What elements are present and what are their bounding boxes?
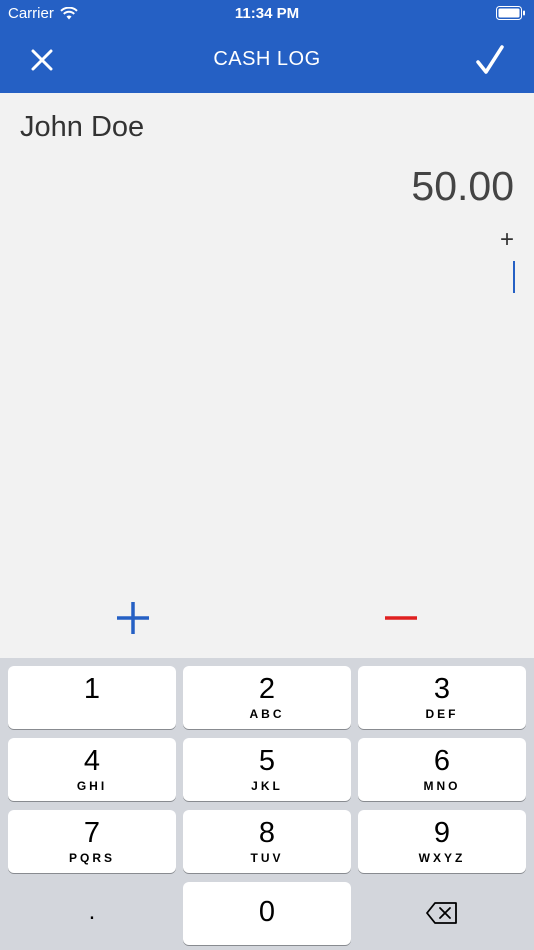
key-digit: 4 — [83, 745, 101, 777]
operator-sign: + — [499, 226, 514, 253]
minus-icon — [385, 616, 417, 620]
key-decimal[interactable]: . — [8, 882, 176, 945]
key-letters: ABC — [249, 707, 285, 721]
key-5[interactable]: 5 JKL — [183, 738, 351, 801]
key-digit: 0 — [258, 896, 276, 928]
subtract-button[interactable] — [381, 598, 421, 638]
status-bar: Carrier 11:34 PM — [0, 0, 534, 28]
backspace-icon — [426, 902, 457, 924]
key-letters: TUV — [250, 851, 284, 865]
person-name: John Doe — [20, 111, 145, 143]
entry-area: John Doe 50.00 + — [0, 93, 534, 658]
nav-bar: CASH LOG — [0, 28, 534, 93]
key-6[interactable]: 6 MNO — [358, 738, 526, 801]
key-4[interactable]: 4 GHI — [8, 738, 176, 801]
key-letters: GHI — [76, 779, 108, 793]
confirm-button[interactable] — [468, 40, 512, 80]
numeric-keypad: 1 2 ABC 3 DEF 4 GHI 5 JKL 6 MNO 7 PQRS 8… — [0, 658, 534, 950]
key-9[interactable]: 9 WXYZ — [358, 810, 526, 873]
checkmark-icon — [476, 45, 504, 74]
add-button[interactable] — [113, 598, 153, 638]
key-letters: DEF — [425, 707, 459, 721]
key-letters: WXYZ — [418, 851, 466, 865]
key-digit: 7 — [83, 817, 101, 849]
battery-icon — [496, 6, 525, 20]
key-digit: 9 — [433, 817, 451, 849]
delete-button[interactable] — [358, 882, 526, 945]
key-2[interactable]: 2 ABC — [183, 666, 351, 729]
key-letters: JKL — [251, 779, 283, 793]
plus-icon — [117, 602, 149, 634]
key-letters: MNO — [423, 779, 461, 793]
key-1[interactable]: 1 — [8, 666, 176, 729]
top-bar: Carrier 11:34 PM CASH LOG — [0, 0, 534, 93]
key-0[interactable]: 0 — [183, 882, 351, 945]
key-digit: 2 — [258, 673, 276, 705]
clock: 11:34 PM — [234, 5, 300, 22]
key-8[interactable]: 8 TUV — [183, 810, 351, 873]
key-digit: 3 — [433, 673, 451, 705]
text-cursor[interactable] — [513, 261, 515, 293]
key-digit: 1 — [83, 673, 101, 705]
amount-display: 50.00 — [411, 163, 514, 209]
key-digit: 8 — [258, 817, 276, 849]
key-digit: . — [88, 898, 96, 925]
key-3[interactable]: 3 DEF — [358, 666, 526, 729]
key-7[interactable]: 7 PQRS — [8, 810, 176, 873]
key-digit: 6 — [433, 745, 451, 777]
key-letters: PQRS — [68, 851, 115, 865]
page-title: CASH LOG — [213, 48, 321, 70]
key-digit: 5 — [258, 745, 276, 777]
